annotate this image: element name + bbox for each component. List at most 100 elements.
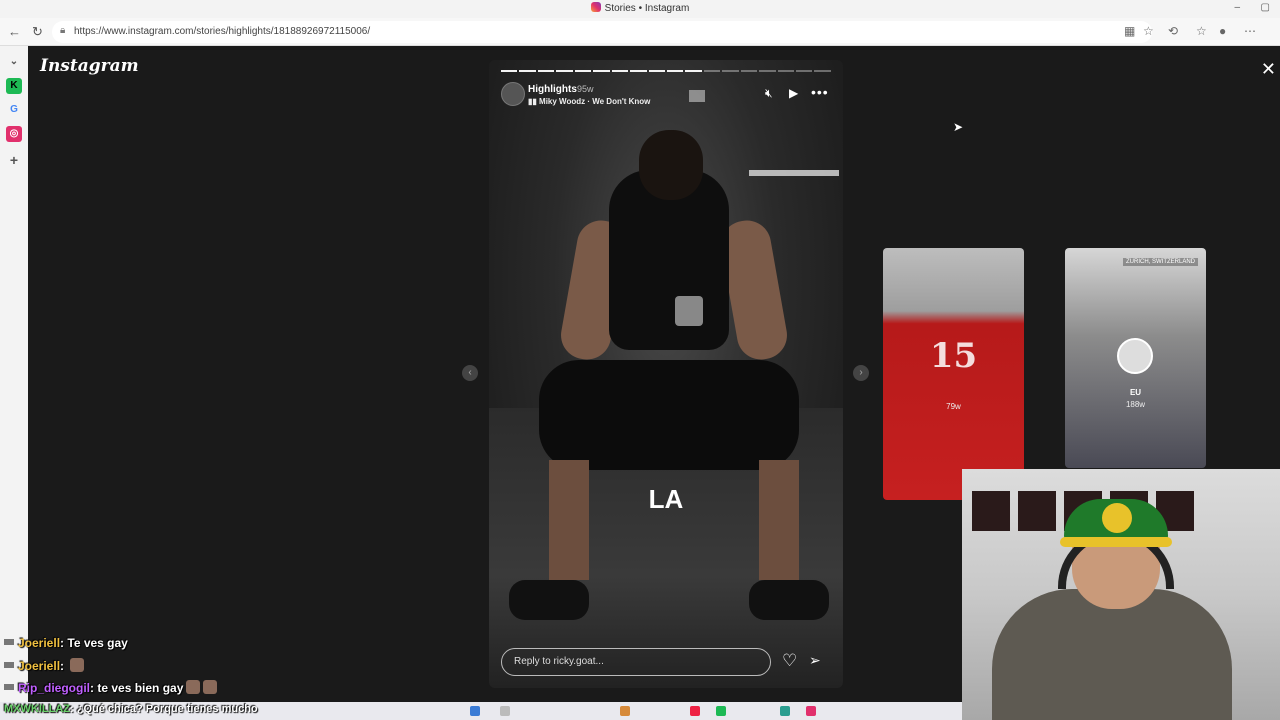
wall-poster — [1018, 491, 1056, 531]
back-icon[interactable]: ← — [8, 23, 21, 41]
maximize-button[interactable]: ▢ — [1261, 2, 1270, 13]
progress-segment — [777, 70, 794, 72]
story-progress-bar — [501, 70, 831, 72]
reply-input[interactable]: Reply to ricky.goat... — [501, 648, 771, 676]
emote-icon — [203, 680, 218, 694]
taskbar-app-icon[interactable] — [620, 706, 630, 716]
chat-badge-icon — [4, 662, 14, 668]
story-image-person — [539, 360, 799, 470]
story-age: 95w — [577, 84, 594, 94]
profile-avatar-icon[interactable]: ● — [1219, 24, 1226, 38]
instagram-logo[interactable]: Instagram — [40, 56, 139, 76]
progress-segment — [519, 70, 536, 72]
story-music-text: Miky Woodz · We Don't Know — [539, 97, 651, 106]
cap-logo — [1102, 503, 1132, 533]
preview-age: 188w — [1125, 400, 1146, 409]
taskbar-app-icon[interactable] — [716, 706, 726, 716]
chat-username: Joeriell — [18, 659, 61, 673]
chat-separator: : — [60, 659, 68, 673]
story-caption: LA — [648, 484, 684, 514]
story-preview-card[interactable]: 15 79w — [883, 248, 1024, 500]
progress-segment — [722, 70, 739, 72]
story-avatar[interactable] — [501, 82, 525, 106]
story-image-person — [639, 130, 703, 200]
minimize-button[interactable]: – — [1234, 2, 1240, 13]
story-image-light — [689, 90, 705, 102]
progress-segment — [537, 70, 555, 72]
address-bar[interactable]: 🔒︎ https://www.instagram.com/stories/hig… — [52, 21, 1152, 43]
play-icon[interactable]: ▶ — [789, 86, 798, 100]
chat-text: te ves bien gay — [97, 681, 184, 695]
more-options-icon[interactable]: ••• — [811, 84, 829, 100]
story-image-person — [759, 460, 799, 580]
like-heart-icon[interactable]: ♡ — [782, 651, 797, 671]
chat-message: Joeriell: Te ves gay — [4, 636, 128, 650]
tab-title-text: Stories • Instagram — [604, 3, 690, 14]
close-button[interactable]: ✕ — [1261, 60, 1276, 78]
active-story[interactable]: Highlights 95w ▮▮ Miky Woodz · We Don't … — [489, 60, 843, 688]
sidebar-add-icon[interactable]: + — [6, 152, 22, 168]
more-menu-icon[interactable]: ⋯ — [1244, 24, 1256, 38]
sidebar-google-icon[interactable]: G — [6, 102, 22, 118]
mouse-cursor-icon: ➤ — [953, 120, 964, 134]
story-music-label[interactable]: ▮▮ Miky Woodz · We Don't Know — [528, 97, 650, 106]
progress-segment — [648, 70, 665, 72]
sidebar-collapse-icon[interactable]: ⌄ — [6, 54, 22, 70]
extensions-icon[interactable]: ⟲ — [1168, 24, 1178, 38]
tab-title[interactable]: Stories • Instagram — [0, 2, 1280, 14]
progress-segment — [685, 70, 702, 72]
url-text: https://www.instagram.com/stories/highli… — [74, 26, 371, 37]
story-preview-card[interactable]: ZURICH, SWITZERLAND EU 188w — [1065, 248, 1206, 468]
emote-icon — [186, 680, 201, 694]
taskbar-app-icon[interactable] — [690, 706, 700, 716]
progress-segment — [759, 70, 776, 72]
apps-icon[interactable]: ▦ — [1124, 24, 1135, 38]
story-highlight-name[interactable]: Highlights — [528, 84, 577, 95]
chat-username: Rip_diegogil — [18, 681, 90, 695]
story-image-person — [549, 460, 589, 580]
window-titlebar: Stories • Instagram – ▢ — [0, 0, 1280, 18]
sidebar-kick-icon[interactable]: K — [6, 78, 22, 94]
story-image-light — [749, 170, 839, 176]
next-story-button[interactable]: › — [853, 365, 869, 381]
chat-badge-icon — [4, 684, 14, 690]
collections-icon[interactable]: ☆ — [1196, 24, 1207, 38]
lock-icon: 🔒︎ — [60, 25, 66, 36]
music-bars-icon: ▮▮ — [528, 97, 540, 106]
taskbar-app-icon[interactable] — [780, 706, 790, 716]
preview-location-tag: ZURICH, SWITZERLAND — [1123, 258, 1198, 266]
preview-label: EU — [1129, 388, 1142, 397]
progress-segment — [630, 70, 647, 72]
story-image-person — [509, 580, 589, 620]
progress-segment — [703, 70, 721, 72]
taskbar-app-icon[interactable] — [806, 706, 816, 716]
search-icon[interactable] — [500, 706, 510, 716]
windows-start-icon[interactable] — [470, 706, 480, 716]
progress-segment — [501, 70, 518, 72]
ticker-username: MXWKILLAZ — [4, 703, 70, 715]
mute-icon[interactable]: 🔇︎ — [765, 86, 773, 101]
chat-ticker: MXWKILLAZ: ¿Qué chica? Porque tienes muc… — [4, 703, 258, 715]
wall-poster — [972, 491, 1010, 531]
previous-story-button[interactable]: ‹ — [462, 365, 478, 381]
favorite-star-icon[interactable]: ☆ — [1143, 24, 1154, 38]
reload-icon[interactable]: ↻ — [32, 23, 43, 41]
preview-age: 79w — [946, 402, 961, 411]
instagram-favicon-icon — [590, 2, 601, 12]
ticker-text: ¿Qué chica? Porque tienes mucho — [76, 703, 258, 715]
progress-segment — [556, 70, 573, 72]
chat-username: Joeriell — [18, 636, 61, 650]
progress-segment — [593, 70, 610, 72]
browser-sidebar: ⌄ K G ◎ + — [0, 46, 28, 720]
progress-segment — [611, 70, 629, 72]
sidebar-instagram-icon[interactable]: ◎ — [6, 126, 22, 142]
chat-message: Joeriell: — [4, 658, 85, 673]
story-image-phone — [675, 296, 703, 326]
ticker-separator: : — [69, 703, 77, 715]
cap-brim — [1060, 537, 1172, 547]
send-icon[interactable]: ➢ — [809, 652, 821, 669]
preview-avatar — [1117, 338, 1153, 374]
chat-text: Te ves gay — [67, 636, 128, 650]
progress-segment — [574, 70, 592, 72]
progress-segment — [814, 70, 831, 72]
